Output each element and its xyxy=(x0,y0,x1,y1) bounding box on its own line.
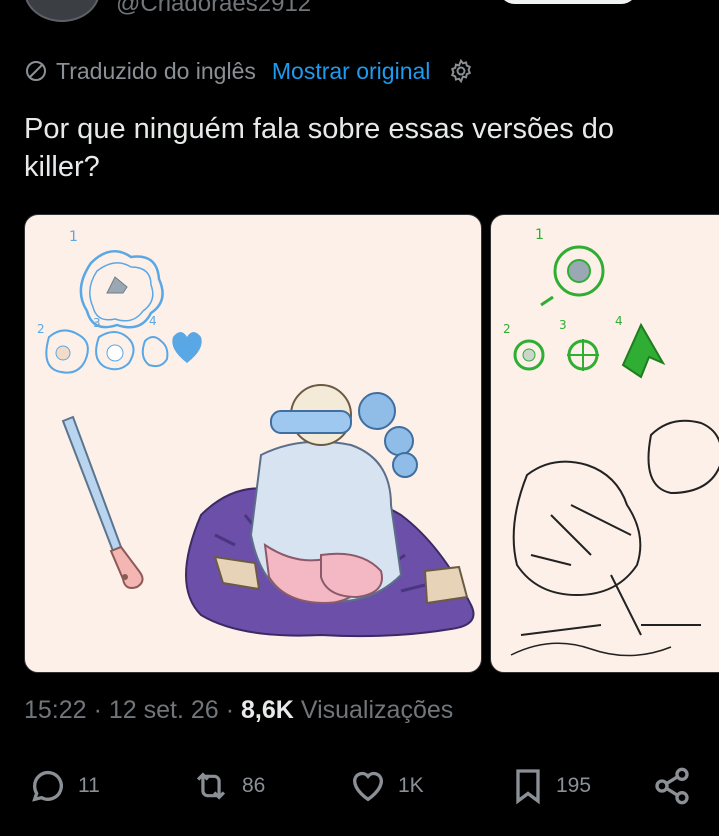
meta-separator: · xyxy=(93,696,102,724)
user-handle[interactable]: @Criadoraes2912 xyxy=(116,0,311,18)
repost-button[interactable]: 86 xyxy=(190,762,265,810)
tweet-meta: 15:22 · 12 set. 26 · 8,6K Visualizações xyxy=(24,696,453,725)
action-bar: 11 86 1K 195 xyxy=(24,762,696,810)
image1-label-1: 1 xyxy=(69,229,78,245)
heart-icon xyxy=(348,766,388,806)
tweet-text: Por que ninguém fala sobre essas versões… xyxy=(24,113,615,183)
translation-bar: Traduzido do inglês Mostrar original xyxy=(24,56,474,86)
repost-icon xyxy=(190,766,232,806)
bookmark-icon xyxy=(510,766,546,806)
image2-label-1: 1 xyxy=(535,227,544,243)
views-label[interactable]: Visualizações xyxy=(301,696,453,725)
share-button[interactable] xyxy=(652,762,692,810)
avatar[interactable] xyxy=(24,0,100,22)
image2-label-4: 4 xyxy=(615,314,623,328)
tweet-time: 15:22 xyxy=(24,696,87,724)
gear-icon[interactable] xyxy=(448,58,474,84)
translation-note: Traduzido do inglês xyxy=(56,57,256,84)
bookmark-count: 195 xyxy=(556,774,592,797)
reply-icon xyxy=(28,766,68,806)
reply-count: 11 xyxy=(78,774,100,797)
tweet-date: 12 set. 26 xyxy=(108,696,219,724)
translate-globe-slash-icon xyxy=(24,59,48,83)
bookmark-button[interactable]: 195 xyxy=(510,762,591,810)
media-image-2[interactable]: 1 2 3 4 xyxy=(490,214,719,673)
views-count[interactable]: 8,6K xyxy=(241,696,294,725)
like-count: 1K xyxy=(398,774,424,797)
follow-button[interactable] xyxy=(498,0,638,4)
show-original-link[interactable]: Mostrar original xyxy=(272,58,431,85)
image1-label-2: 2 xyxy=(37,322,45,336)
reply-button[interactable]: 11 xyxy=(28,762,100,810)
meta-separator: · xyxy=(225,696,235,724)
image2-label-3: 3 xyxy=(559,318,567,332)
media-image-1[interactable]: 1 2 3 4 xyxy=(24,214,482,673)
image2-label-2: 2 xyxy=(503,322,511,336)
repost-count: 86 xyxy=(242,774,266,797)
like-button[interactable]: 1K xyxy=(348,762,424,810)
share-icon xyxy=(652,766,692,806)
